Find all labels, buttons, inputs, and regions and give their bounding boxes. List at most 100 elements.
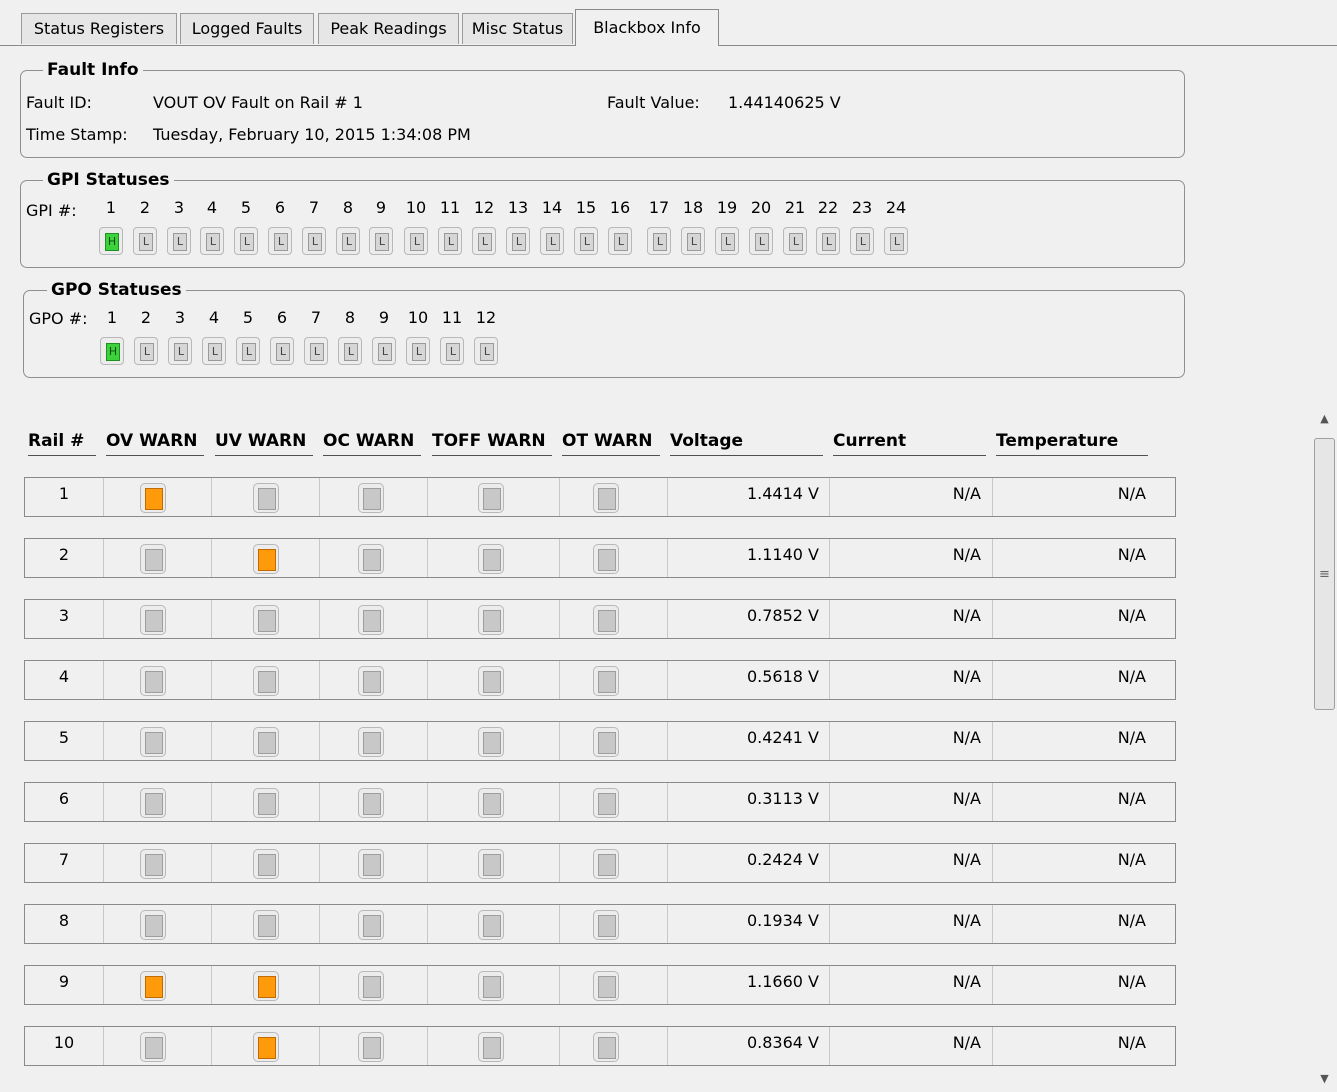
gpi-pin-number: 20: [750, 198, 772, 217]
gpi-pin-indicator: L: [234, 227, 258, 255]
table-row: 5 0.4241 V N/A N/A: [24, 721, 1176, 761]
cell-divider: [427, 966, 428, 1004]
toff-warn-indicator: [478, 605, 504, 635]
uv-warn-lamp: [258, 793, 276, 815]
tab-logged-faults[interactable]: Logged Faults: [180, 13, 314, 44]
cell-divider: [829, 783, 830, 821]
cell-divider: [319, 661, 320, 699]
cell-divider: [427, 905, 428, 943]
ot-warn-indicator: [593, 971, 619, 1001]
gpi-pin-number: 23: [851, 198, 873, 217]
ot-warn-lamp: [598, 671, 616, 693]
gpi-pin-state: L: [206, 233, 220, 251]
oc-warn-indicator: [358, 727, 384, 757]
column-header-underline: [323, 455, 421, 456]
gpo-pin-state: L: [446, 343, 460, 361]
ov-warn-lamp: [145, 549, 163, 571]
uv-warn-indicator: [253, 971, 279, 1001]
tab-blackbox-info[interactable]: Blackbox Info: [575, 9, 719, 46]
column-header-underline: [215, 455, 313, 456]
gpi-pin-number: 7: [308, 198, 320, 217]
tab-status-registers[interactable]: Status Registers: [21, 13, 177, 44]
cell-divider: [427, 722, 428, 760]
oc-warn-indicator: [358, 605, 384, 635]
fault-info-group: Fault Info Fault ID: VOUT OV Fault on Ra…: [20, 59, 1185, 158]
uv-warn-indicator: [253, 483, 279, 513]
gpi-pin-state: L: [410, 233, 424, 251]
scroll-thumb[interactable]: ≡: [1314, 438, 1335, 710]
ov-warn-lamp: [145, 671, 163, 693]
temperature-value: N/A: [1117, 728, 1146, 747]
toff-warn-lamp: [483, 854, 501, 876]
gpi-pin-number: 1: [105, 198, 117, 217]
ov-warn-lamp: [145, 1037, 163, 1059]
uv-warn-indicator: [253, 605, 279, 635]
gpo-pin-indicator: L: [168, 337, 192, 365]
rail-number: 3: [58, 606, 70, 625]
uv-warn-lamp: [258, 610, 276, 632]
cell-divider: [559, 844, 560, 882]
temperature-value: N/A: [1117, 972, 1146, 991]
scroll-down-arrow-icon[interactable]: ▼: [1312, 1066, 1337, 1092]
gpo-pin-state: L: [174, 343, 188, 361]
ot-warn-indicator: [593, 788, 619, 818]
rail-number: 7: [58, 850, 70, 869]
oc-warn-indicator: [358, 666, 384, 696]
gpi-pin-state: H: [105, 233, 119, 251]
gpo-pin-state: L: [412, 343, 426, 361]
timestamp-value: Tuesday, February 10, 2015 1:34:08 PM: [153, 125, 471, 144]
gpo-pin-number: 7: [310, 308, 322, 327]
ov-warn-indicator: [140, 788, 166, 818]
oc-warn-lamp: [363, 854, 381, 876]
gpi-pin-indicator: L: [369, 227, 393, 255]
table-row: 8 0.1934 V N/A N/A: [24, 904, 1176, 944]
gpi-pin-indicator: L: [540, 227, 564, 255]
uv-warn-lamp: [258, 488, 276, 510]
ov-warn-indicator: [140, 1032, 166, 1062]
tab-peak-readings[interactable]: Peak Readings: [318, 13, 459, 44]
tab-misc-status[interactable]: Misc Status: [462, 13, 573, 44]
toff-warn-indicator: [478, 1032, 504, 1062]
gpi-pin-indicator: L: [133, 227, 157, 255]
cell-divider: [667, 783, 668, 821]
cell-divider: [667, 600, 668, 638]
rail-number: 2: [58, 545, 70, 564]
cell-divider: [103, 661, 104, 699]
gpi-pin-indicator: H: [99, 227, 123, 255]
cell-divider: [211, 844, 212, 882]
gpi-pin-state: L: [444, 233, 458, 251]
toff-warn-lamp: [483, 915, 501, 937]
temperature-value: N/A: [1117, 484, 1146, 503]
rail-number: 5: [58, 728, 70, 747]
gpo-pin-state: H: [106, 343, 120, 361]
gpo-pin-indicator: L: [304, 337, 328, 365]
temperature-value: N/A: [1117, 850, 1146, 869]
ot-warn-lamp: [598, 488, 616, 510]
gpi-pin-state: L: [274, 233, 288, 251]
ot-warn-lamp: [598, 793, 616, 815]
cell-divider: [667, 1027, 668, 1065]
cell-divider: [427, 478, 428, 516]
scroll-up-arrow-icon[interactable]: ▲: [1312, 406, 1337, 432]
temperature-value: N/A: [1117, 911, 1146, 930]
gpo-statuses-title: GPO Statuses: [47, 279, 186, 301]
toff-warn-indicator: [478, 483, 504, 513]
column-header-underline: [432, 455, 552, 456]
vertical-scrollbar[interactable]: ▲ ≡ ▼: [1312, 406, 1337, 1092]
current-value: N/A: [952, 606, 981, 625]
ot-warn-indicator: [593, 544, 619, 574]
gpi-pin-state: L: [614, 233, 628, 251]
gpi-pin-state: L: [755, 233, 769, 251]
toff-warn-lamp: [483, 976, 501, 998]
ot-warn-indicator: [593, 1032, 619, 1062]
current-value: N/A: [952, 911, 981, 930]
cell-divider: [667, 539, 668, 577]
cell-divider: [211, 539, 212, 577]
cell-divider: [103, 783, 104, 821]
gpo-pin-number: 12: [475, 308, 497, 327]
gpi-pin-state: L: [856, 233, 870, 251]
gpo-pin-indicator: L: [338, 337, 362, 365]
rail-number: 1: [58, 484, 70, 503]
cell-divider: [829, 539, 830, 577]
cell-divider: [829, 600, 830, 638]
